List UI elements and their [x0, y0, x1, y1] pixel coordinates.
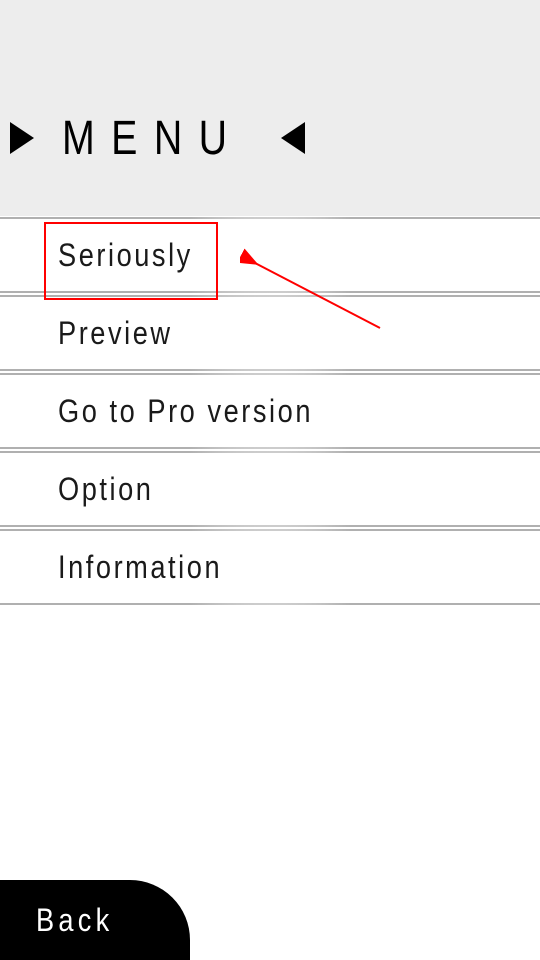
menu-item-label: Seriously	[58, 237, 193, 274]
menu-item-seriously[interactable]: Seriously	[0, 216, 540, 294]
menu-item-option[interactable]: Option	[0, 450, 540, 528]
menu-item-label: Information	[58, 549, 222, 586]
back-button[interactable]: Back	[0, 880, 190, 960]
menu-title-wrap: MENU	[10, 111, 305, 166]
menu-item-go-to-pro[interactable]: Go to Pro version	[0, 372, 540, 450]
menu-item-label: Go to Pro version	[58, 393, 313, 430]
menu-item-label: Preview	[58, 315, 173, 352]
menu-item-label: Option	[58, 471, 153, 508]
menu-header: MENU	[0, 0, 540, 216]
triangle-left-icon	[281, 122, 305, 154]
menu-list: Seriously Preview Go to Pro version Opti…	[0, 216, 540, 606]
menu-item-information[interactable]: Information	[0, 528, 540, 606]
back-button-label: Back	[36, 902, 113, 939]
menu-item-preview[interactable]: Preview	[0, 294, 540, 372]
triangle-right-icon	[10, 122, 34, 154]
menu-title: MENU	[62, 111, 243, 166]
